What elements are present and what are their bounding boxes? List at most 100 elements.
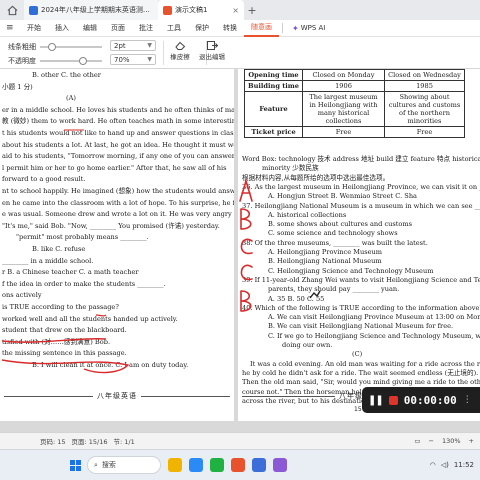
text-line: aid to his students, "Tomorrow morning, … [2, 152, 234, 161]
text-line: f the idea in order to make the students… [2, 279, 166, 288]
read-mode-icon[interactable]: ▭ [414, 437, 420, 445]
tab-presentation[interactable]: 演示文稿1 × [158, 0, 244, 20]
text-line: "It's me," said Bob. "Now, ________ You … [2, 221, 220, 230]
tab-presentation-title: 演示文稿1 [175, 6, 208, 14]
table-row: Feature The largest museum in Heilongjian… [244, 91, 465, 127]
wechat-icon[interactable] [210, 458, 224, 472]
left-footer-label: 八年级英语 [97, 392, 137, 400]
menu-page[interactable]: 页面 [104, 20, 132, 37]
system-tray: ◠ ◁) 11:52 [430, 461, 480, 469]
main-menu-icon[interactable]: ≡ [6, 23, 20, 33]
freehand-toolbar: 线条粗细 2pt ▼ 不透明度 70% ▼ 橡皮擦 退出编辑 [0, 37, 480, 69]
text-line: 39. If 11-year-old Zhang Wei wants to vi… [242, 275, 480, 284]
zoom-in-icon[interactable]: + [469, 437, 474, 445]
exit-icon [206, 40, 218, 50]
text-line: parents, they should pay ________ yuan. [268, 285, 400, 294]
writer-doc-icon [29, 5, 38, 15]
zoom-level[interactable]: 130% [442, 437, 461, 445]
stroke-width-value: 2pt [114, 41, 126, 50]
menu-protect[interactable]: 保护 [188, 20, 216, 37]
screen-recorder-widget[interactable]: ❚❚ 00:00:00 ⋮ [362, 387, 480, 413]
left-page-footer: 八年级英语 [0, 391, 234, 401]
text-line: (A) [66, 94, 76, 103]
museum-info-table: Opening time Closed on Monday Closed on We… [244, 69, 465, 138]
text-line: 37. Heilongjiang National Museum is a mu… [242, 201, 480, 210]
menu-freehand[interactable]: 随意画 [244, 20, 279, 37]
table-cell: Showing about cultures and customs of th… [384, 91, 465, 127]
home-button[interactable] [0, 0, 24, 20]
chevron-down-icon: ▼ [147, 56, 152, 63]
wifi-icon[interactable]: ◠ [430, 461, 436, 469]
tab-document-title: 2024年八年级上学期期末英语测… [41, 6, 150, 14]
wps-ai-button[interactable]: ✦ WPS AI [286, 24, 331, 33]
chevron-down-icon: ▼ [147, 42, 152, 49]
text-line: B. other C. the other [32, 71, 101, 79]
new-tab-button[interactable]: + [244, 4, 260, 17]
recording-timer: 00:00:00 [403, 393, 457, 407]
table-cell: Ticket price [244, 126, 303, 138]
opacity-value: 70% [114, 55, 130, 64]
table-cell: Free [384, 126, 465, 138]
opacity-select[interactable]: 70% ▼ [110, 54, 156, 65]
text-line: A. We can visit Heilongjiang Province Mu… [268, 313, 480, 322]
text-line: forward to a good result. [2, 175, 86, 184]
text-line: about his students a lot. At last, he go… [2, 140, 234, 149]
stroke-width-select[interactable]: 2pt ▼ [110, 40, 156, 51]
table-cell: The largest museum in Heilongjiang with … [302, 91, 385, 127]
close-tab-icon[interactable]: × [232, 6, 239, 15]
text-line: r B. a Chinese teacher C. a math teacher [2, 268, 139, 277]
page-navigation: 页码: 15 页面: 15/16 节: 1/1 [40, 436, 135, 446]
wps-office-icon[interactable] [231, 458, 245, 472]
tab-document[interactable]: 2024年八年级上学期期末英语测… [24, 0, 158, 20]
app-icon[interactable] [273, 458, 287, 472]
text-line: er in a middle school. He loves his stud… [2, 105, 234, 114]
document-viewport[interactable]: B. other C. the other 小题 1 分) (A) er in a m… [0, 69, 480, 432]
store-icon[interactable] [252, 458, 266, 472]
file-explorer-icon[interactable] [168, 458, 182, 472]
menu-insert[interactable]: 插入 [48, 20, 76, 37]
opacity-slider[interactable] [40, 57, 102, 65]
text-line: ________ in a middle school. [2, 256, 94, 265]
home-icon [7, 5, 17, 15]
clock[interactable]: 11:52 [454, 461, 474, 469]
text-line: B. Heilongjiang National Museum [268, 257, 382, 266]
text-line: B. like C. refuse [32, 245, 86, 253]
text-line: B. some shows about cultures and customs [268, 220, 413, 229]
menu-edit[interactable]: 编辑 [76, 20, 104, 37]
page-count: 页面: 15/16 [71, 438, 108, 446]
eraser-label: 橡皮擦 [170, 53, 190, 61]
volume-icon[interactable]: ◁) [441, 461, 449, 469]
more-options-icon[interactable]: ⋮ [463, 395, 472, 405]
text-line: 40. Which of the following is TRUE accor… [242, 303, 480, 312]
status-right: ▭ − 130% + [414, 437, 480, 445]
edge-browser-icon[interactable] [189, 458, 203, 472]
ai-sparkle-icon: ✦ [292, 23, 299, 33]
stroke-width-slider[interactable] [40, 43, 102, 51]
text-line: ons actively [2, 291, 42, 300]
text-line: t his students would not like to hand up… [2, 129, 234, 137]
wps-ai-label: WPS AI [300, 24, 326, 32]
taskbar-search[interactable]: ⌕ 搜索 [87, 456, 161, 474]
menu-annotate[interactable]: 批注 [132, 20, 160, 37]
table-cell: Opening time [244, 69, 303, 81]
stop-recording-icon[interactable] [388, 395, 398, 405]
page-info[interactable]: 页码: 15 [40, 436, 66, 446]
stroke-width-slider-handle[interactable] [48, 43, 57, 51]
exit-edit-button[interactable]: 退出编辑 [190, 40, 234, 61]
table-row: Opening time Closed on Monday Closed on We… [244, 69, 465, 81]
menu-convert[interactable]: 转换 [216, 20, 244, 37]
stroke-width-label: 线条粗细 [8, 43, 36, 51]
zoom-out-icon[interactable]: − [429, 437, 434, 445]
text-line: C. some science and technology shows [268, 229, 398, 238]
text-line: B. I will clean it at once. C. I am on d… [32, 361, 189, 369]
table-cell: 1906 [302, 80, 385, 92]
text-line: 38. Of the three museums, ________ was b… [242, 238, 428, 247]
table-cell: 1985 [384, 80, 465, 92]
pause-recording-icon[interactable]: ❚❚ [368, 395, 384, 406]
menu-divider [282, 23, 283, 33]
windows-start-icon[interactable] [70, 459, 81, 471]
menu-home[interactable]: 开始 [20, 20, 48, 37]
menu-tools[interactable]: 工具 [160, 20, 188, 37]
opacity-slider-handle[interactable] [79, 57, 88, 65]
text-line: Then the old man said, "Sir, would you m… [242, 378, 480, 387]
